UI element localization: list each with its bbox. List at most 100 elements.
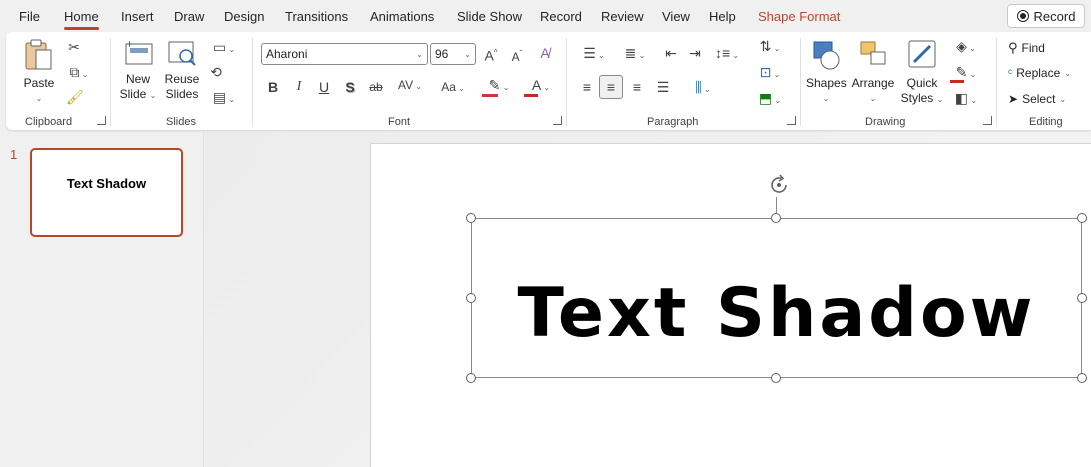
clipboard-launcher-icon[interactable] bbox=[97, 116, 106, 125]
text-shadow-icon[interactable]: S bbox=[343, 79, 357, 95]
replace-button[interactable]: ᶜ Replace ⌄ bbox=[1008, 66, 1071, 80]
tab-view[interactable]: View bbox=[662, 9, 690, 24]
shapes-button[interactable]: Shapes ⌄ bbox=[806, 38, 847, 106]
record-button[interactable]: Record bbox=[1007, 4, 1085, 28]
rotate-handle-icon[interactable] bbox=[767, 173, 791, 197]
tab-animations[interactable]: Animations bbox=[370, 9, 434, 24]
shapes-chevron-icon: ⌄ bbox=[822, 94, 830, 103]
tab-design[interactable]: Design bbox=[224, 9, 264, 24]
font-name-combobox[interactable]: ⌄ bbox=[261, 43, 428, 65]
increase-indent-icon[interactable]: ⇥ bbox=[686, 45, 704, 61]
decrease-indent-icon[interactable]: ⇤ bbox=[662, 45, 680, 61]
italic-icon[interactable]: I bbox=[292, 79, 306, 95]
reuse-slides-button[interactable]: Reuse Slides bbox=[164, 38, 200, 102]
replace-label: Replace bbox=[1016, 66, 1061, 80]
select-chevron-icon: ⌄ bbox=[1059, 94, 1067, 104]
paste-icon bbox=[25, 39, 52, 70]
align-text-icon[interactable]: ⊡ ⌄ bbox=[754, 64, 786, 83]
paste-chevron-icon[interactable]: ⌄ bbox=[20, 91, 58, 106]
tab-help[interactable]: Help bbox=[709, 9, 736, 24]
resize-handle-bottom-left[interactable] bbox=[466, 373, 476, 383]
find-button[interactable]: ⚲ Find bbox=[1008, 40, 1045, 56]
tab-shape-format[interactable]: Shape Format bbox=[758, 9, 840, 24]
numbering-icon[interactable]: ≣ ⌄ bbox=[619, 45, 651, 64]
quick-styles-chevron-icon: ⌄ bbox=[936, 95, 944, 104]
clear-formatting-icon[interactable]: A̸ bbox=[536, 45, 554, 61]
shapes-label: Shapes bbox=[806, 76, 847, 90]
group-separator bbox=[996, 38, 997, 126]
font-size-combobox[interactable]: ⌄ bbox=[430, 43, 476, 65]
tab-transitions[interactable]: Transitions bbox=[285, 9, 348, 24]
cut-icon[interactable]: ✂ bbox=[66, 39, 82, 55]
font-launcher-icon[interactable] bbox=[553, 116, 562, 125]
line-spacing-icon[interactable]: ↕≡ ⌄ bbox=[710, 45, 744, 64]
paragraph-launcher-icon[interactable] bbox=[787, 116, 796, 125]
quick-styles-icon bbox=[908, 40, 936, 68]
bullets-icon[interactable]: ☰ ⌄ bbox=[578, 45, 610, 64]
drawing-group-label: Drawing bbox=[865, 116, 906, 128]
decrease-font-size-icon[interactable]: Aˇ bbox=[508, 46, 526, 65]
resize-handle-top-left[interactable] bbox=[466, 213, 476, 223]
resize-handle-top[interactable] bbox=[771, 213, 781, 223]
drawing-launcher-icon[interactable] bbox=[983, 116, 992, 125]
tab-file[interactable]: File bbox=[19, 9, 40, 24]
select-button[interactable]: ➤ Select ⌄ bbox=[1008, 92, 1066, 106]
align-center-icon[interactable]: ≡ bbox=[599, 75, 623, 99]
character-spacing-icon[interactable]: AV ⌄ bbox=[394, 77, 426, 95]
arrange-icon bbox=[860, 41, 886, 65]
font-group-label: Font bbox=[388, 116, 411, 128]
new-slide-button[interactable]: + New Slide ⌄ bbox=[118, 37, 158, 103]
tab-home[interactable]: Home bbox=[64, 9, 99, 30]
font-size-input[interactable] bbox=[435, 47, 465, 61]
copy-icon[interactable]: ⧉ ⌄ bbox=[64, 64, 94, 83]
highlight-color-button[interactable]: ✎ ⌄ bbox=[482, 77, 516, 97]
arrange-button[interactable]: Arrange ⌄ bbox=[850, 38, 896, 106]
paste-button[interactable]: Paste ⌄ bbox=[20, 38, 58, 106]
replace-icon: ᶜ bbox=[1008, 66, 1013, 80]
highlighter-icon: ✎ bbox=[488, 77, 501, 93]
resize-handle-left[interactable] bbox=[466, 293, 476, 303]
increase-font-size-icon[interactable]: A^ bbox=[482, 45, 500, 64]
resize-handle-top-right[interactable] bbox=[1077, 213, 1087, 223]
tab-slide-show[interactable]: Slide Show bbox=[457, 9, 522, 24]
align-right-icon[interactable]: ≡ bbox=[628, 79, 646, 95]
resize-handle-bottom-right[interactable] bbox=[1077, 373, 1087, 383]
quick-styles-button[interactable]: Quick Styles ⌄ bbox=[898, 38, 946, 107]
justify-icon[interactable]: ☰ bbox=[654, 79, 672, 95]
align-left-icon[interactable]: ≡ bbox=[578, 79, 596, 95]
shape-effects-icon[interactable]: ◧ ⌄ bbox=[950, 90, 982, 109]
tab-draw[interactable]: Draw bbox=[174, 9, 204, 24]
chevron-down-icon[interactable]: ⌄ bbox=[416, 50, 423, 59]
text-direction-icon[interactable]: ⇅ ⌄ bbox=[754, 38, 786, 57]
slide-thumbnail[interactable]: Text Shadow bbox=[30, 148, 183, 237]
slide-text[interactable]: Text Shadow bbox=[471, 272, 1082, 356]
bold-icon[interactable]: B bbox=[266, 79, 280, 95]
tab-insert[interactable]: Insert bbox=[121, 9, 154, 24]
shape-fill-icon[interactable]: ◈ ⌄ bbox=[950, 38, 982, 57]
select-label: Select bbox=[1022, 92, 1056, 106]
group-separator bbox=[252, 38, 253, 126]
shape-outline-icon[interactable]: ✎ ⌄ bbox=[950, 64, 982, 83]
strikethrough-icon[interactable]: ab bbox=[367, 79, 385, 95]
new-slide-label-2: Slide bbox=[119, 87, 147, 101]
group-separator bbox=[566, 38, 567, 126]
tab-review[interactable]: Review bbox=[601, 9, 644, 24]
font-name-input[interactable] bbox=[266, 47, 417, 61]
paste-label: Paste bbox=[23, 76, 55, 90]
change-case-icon[interactable]: Aa ⌄ bbox=[436, 79, 470, 97]
record-button-label: Record bbox=[1033, 8, 1076, 24]
layout-icon[interactable]: ▭ ⌄ bbox=[208, 39, 240, 58]
underline-icon[interactable]: U bbox=[317, 79, 331, 95]
format-painter-icon[interactable]: 🖌 bbox=[66, 89, 84, 105]
section-icon[interactable]: ▤ ⌄ bbox=[208, 89, 240, 108]
convert-to-smartart-icon[interactable]: ⬒ ⌄ bbox=[754, 90, 786, 109]
reuse-slides-label-2: Slides bbox=[165, 87, 199, 101]
resize-handle-bottom[interactable] bbox=[771, 373, 781, 383]
columns-icon[interactable]: ⫼ ⌄ bbox=[686, 79, 720, 98]
svg-text:+: + bbox=[126, 38, 133, 51]
font-color-button[interactable]: A ⌄ bbox=[524, 77, 558, 97]
chevron-down-icon[interactable]: ⌄ bbox=[464, 50, 471, 59]
resize-handle-right[interactable] bbox=[1077, 293, 1087, 303]
tab-record[interactable]: Record bbox=[540, 9, 582, 24]
reset-slide-icon[interactable]: ⟲ bbox=[208, 64, 224, 80]
